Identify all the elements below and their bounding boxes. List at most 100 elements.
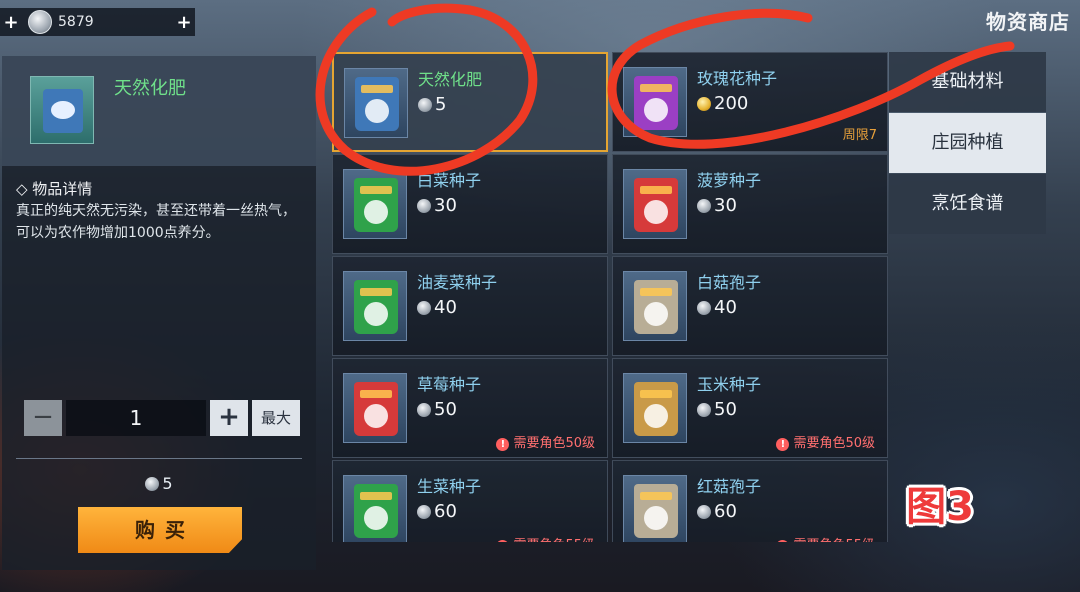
item-price: 30 (697, 195, 737, 216)
add-currency-button-right[interactable]: + (173, 11, 195, 33)
level-requirement-text: 需要角色50级 (513, 436, 595, 451)
category-tab[interactable]: 基础材料 (889, 52, 1046, 112)
item-details-heading: ◇ 物品详情 (16, 180, 93, 198)
shop-title: 物资商店 (986, 10, 1070, 34)
currency-bar: + 5879 + (0, 8, 195, 36)
shop-item-card[interactable]: 白菇孢子 40 (612, 256, 888, 356)
item-price: 60 (697, 501, 737, 522)
warning-icon: ! (776, 438, 790, 451)
warning-icon: ! (776, 540, 790, 542)
item-price-value: 50 (434, 399, 457, 420)
shop-item-card[interactable]: 草莓种子 50! 需要角色50级 (332, 358, 608, 458)
item-name: 菠萝种子 (697, 171, 762, 190)
item-price-value: 200 (714, 93, 749, 114)
item-name: 玫瑰花种子 (697, 69, 778, 88)
seed-bag-icon (343, 271, 407, 341)
item-price-value: 60 (434, 501, 457, 522)
shop-item-card[interactable]: 玫瑰花种子 200 周限7 (612, 52, 888, 152)
level-requirement: !需要角色55级 (496, 534, 595, 542)
item-price: 5 (418, 94, 446, 115)
seed-bag-icon (343, 475, 407, 542)
selected-item-name: 天然化肥 (114, 78, 186, 99)
silver-coin-icon (28, 10, 52, 34)
level-requirement-text: 需要角色55级 (793, 538, 875, 542)
silver-coin-icon (417, 505, 431, 519)
currency-amount: 5879 (58, 14, 94, 30)
level-requirement-text: 需要角色55级 (513, 538, 595, 542)
item-price-value: 30 (434, 195, 457, 216)
item-price-value: 40 (714, 297, 737, 318)
purchase-limit-note: 周限7 (842, 128, 877, 143)
level-requirement: !需要角色55级 (776, 534, 875, 542)
silver-coin-icon (697, 505, 711, 519)
seed-bag-icon (623, 271, 687, 341)
item-price: 40 (417, 297, 457, 318)
item-price: 50 (697, 399, 737, 420)
item-price: 40 (697, 297, 737, 318)
silver-coin-icon (697, 199, 711, 213)
item-name: 玉米种子 (697, 375, 762, 394)
buy-button[interactable]: 购买 (78, 507, 242, 553)
item-grid: 天然化肥 5 玫瑰花种子 200 周限7 白菜种子 30 菠萝种子 30 油麦菜种子 40 白菇孢子 4… (332, 52, 888, 542)
warning-icon: ! (496, 438, 510, 451)
add-currency-button-left[interactable]: + (0, 11, 22, 33)
warning-icon: ! (496, 540, 510, 542)
level-requirement: ! 需要角色50级 (776, 432, 875, 451)
shop-item-card[interactable]: 玉米种子 50! 需要角色50级 (612, 358, 888, 458)
item-name: 白菇孢子 (697, 273, 762, 292)
item-detail-header: 天然化肥 (2, 56, 316, 166)
seed-bag-icon (623, 67, 687, 137)
fertilizer-bag-icon (30, 76, 94, 144)
item-price-value: 50 (714, 399, 737, 420)
silver-coin-icon (145, 477, 160, 491)
item-price-value: 5 (435, 94, 447, 115)
silver-coin-icon (417, 403, 431, 417)
item-price: 50 (417, 399, 457, 420)
item-name: 油麦菜种子 (417, 273, 498, 292)
seed-bag-icon (623, 475, 687, 542)
silver-coin-icon (417, 199, 431, 213)
seed-bag-icon (343, 373, 407, 443)
decrease-quantity-button[interactable]: − (24, 400, 62, 436)
item-description: 真正的纯天然无污染，甚至还带着一丝热气，可以为农作物增加1000点养分。 (16, 203, 296, 241)
shop-item-card[interactable]: 天然化肥 5 (332, 52, 608, 152)
figure-label: 图3 (906, 484, 974, 530)
silver-coin-icon (697, 301, 711, 315)
divider (16, 458, 302, 459)
shop-item-card[interactable]: 白菜种子 30 (332, 154, 608, 254)
shop-item-card[interactable]: 油麦菜种子 40 (332, 256, 608, 356)
max-quantity-button[interactable]: 最大 (252, 400, 300, 436)
item-name: 红菇孢子 (697, 477, 762, 496)
category-tab[interactable]: 烹饪食谱 (889, 174, 1046, 234)
level-requirement-text: 需要角色50级 (793, 436, 875, 451)
item-name: 天然化肥 (418, 70, 483, 89)
category-tabs: 基础材料 庄园种植 烹饪食谱 (889, 52, 1046, 236)
category-tab[interactable]: 庄园种植 (889, 113, 1046, 173)
shop-item-card[interactable]: 菠萝种子 30 (612, 154, 888, 254)
silver-coin-icon (697, 403, 711, 417)
item-price-value: 30 (714, 195, 737, 216)
total-cost-value: 5 (162, 474, 173, 493)
level-requirement: ! 需要角色50级 (496, 432, 595, 451)
total-cost: 5 (2, 474, 316, 493)
shop-item-card[interactable]: 红菇孢子60!需要角色55级 (612, 460, 888, 542)
silver-coin-icon (417, 301, 431, 315)
increase-quantity-button[interactable]: + (210, 400, 248, 436)
item-price: 200 (697, 93, 748, 114)
item-detail-panel: 天然化肥 ◇ 物品详情 真正的纯天然无污染，甚至还带着一丝热气，可以为农作物增加… (2, 56, 316, 570)
item-price-value: 60 (714, 501, 737, 522)
shop-item-card[interactable]: 生菜种子60!需要角色55级 (332, 460, 608, 542)
quantity-stepper: − 1 + 最大 (24, 400, 300, 436)
quantity-input[interactable]: 1 (66, 400, 206, 436)
item-name: 生菜种子 (417, 477, 482, 496)
seed-bag-icon (623, 373, 687, 443)
gold-coin-icon (697, 97, 711, 111)
item-price: 30 (417, 195, 457, 216)
item-name: 白菜种子 (417, 171, 482, 190)
item-price-value: 40 (434, 297, 457, 318)
item-name: 草莓种子 (417, 375, 482, 394)
seed-bag-icon (344, 68, 408, 138)
seed-bag-icon (343, 169, 407, 239)
silver-coin-icon (418, 98, 432, 112)
item-price: 60 (417, 501, 457, 522)
